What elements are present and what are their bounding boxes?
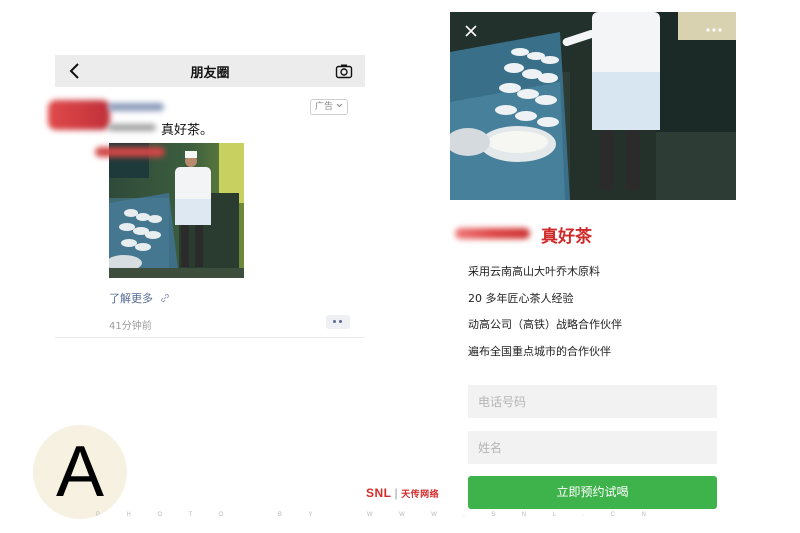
more-options-icon[interactable] [704,24,724,36]
comment-menu-button[interactable] [326,315,350,329]
watermark-text: PHOTO BY WWW.SNL.CN [96,512,673,518]
camera-icon[interactable] [335,62,353,80]
option-letter: A [55,432,105,512]
post-timestamp: 41分钟前 [109,321,152,332]
tea-tasting-photo [109,143,244,278]
learn-more-link[interactable]: 了解更多 [109,290,170,306]
phone-input[interactable] [468,385,717,418]
watermark-logo: SNL | 天传网络 [366,486,440,500]
blurred-brand [455,228,530,239]
chevron-down-icon [336,103,343,108]
dot-icon [339,320,342,323]
moments-header: 朋友圈 [55,55,365,87]
post-photo[interactable] [109,143,244,278]
hero-image [450,12,736,200]
blurred-text [108,124,156,131]
book-trial-button[interactable]: 立即预约试喝 [468,476,717,509]
learn-more-label: 了解更多 [109,292,153,305]
feature-item: 采用云南高山大叶乔木原料 [468,265,600,278]
blurred-name [108,103,164,111]
screenshot-canvas: 朋友圈 真好茶。 广告 了解更多 41分钟前 A SNL | 天传网络 PHOT… [0,0,800,533]
page-title: 朋友圈 [190,66,230,81]
feed-divider [55,337,365,338]
ad-tag[interactable]: 广告 [310,99,348,115]
feature-item: 遍布全国重点城市的合作伙伴 [468,345,611,358]
dot-icon [333,320,336,323]
name-input[interactable] [468,431,717,464]
ad-label: 广告 [315,102,334,112]
watermark-logo-text: SNL [366,486,392,500]
option-badge: A [33,425,127,519]
feature-item: 动高公司（高铁）战略合作伙伴 [468,318,622,331]
close-icon[interactable] [462,22,480,40]
watermark-logo-cn: 天传网络 [401,489,440,499]
link-icon [160,293,169,303]
post-text: 真好茶。 [161,123,214,138]
blurred-caption [95,147,165,157]
blurred-avatar [48,100,110,130]
feature-item: 20 多年匠心茶人经验 [468,292,574,305]
landing-title: 真好茶 [541,227,592,247]
tea-room-photo [450,12,736,200]
